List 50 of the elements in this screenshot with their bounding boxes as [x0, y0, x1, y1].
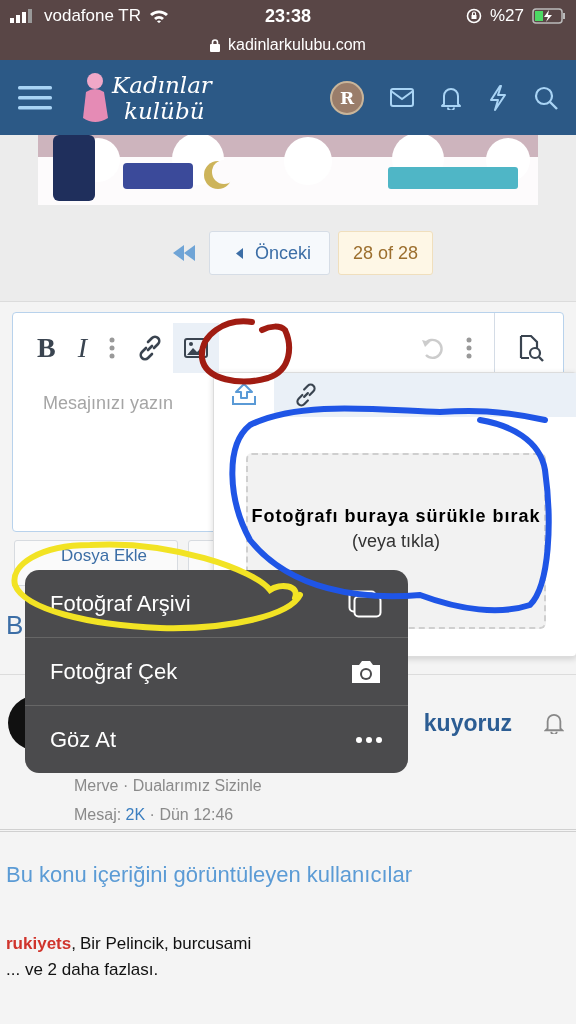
clock-time: 23:38: [264, 5, 311, 27]
section-heading: Bu konu içeriğini görüntüleyen kullanıcılar: [6, 862, 413, 888]
photos-icon: [348, 589, 382, 618]
page-indicator: 28 of 28: [338, 231, 434, 275]
more-users-text: ... ve 2 daha fazlası.: [6, 960, 160, 980]
message-count-link[interactable]: 2K: [125, 806, 146, 823]
more-icon[interactable]: [466, 337, 472, 359]
message-field[interactable]: Mesajınızı yazın: [43, 393, 218, 414]
user-link[interactable]: rukiyets: [6, 934, 72, 953]
wifi-icon: [149, 9, 170, 23]
menu-icon[interactable]: [18, 83, 52, 112]
bell-icon[interactable]: [440, 85, 462, 110]
rotation-lock-icon: [465, 8, 482, 24]
lock-icon: [210, 38, 221, 52]
drop-hint: (veya tıkla): [352, 530, 440, 552]
thread-heading: B: [5, 609, 24, 642]
link-icon: [294, 383, 318, 407]
address-bar[interactable]: kadinlarkulubu.com: [0, 32, 576, 58]
battery-charging-icon: [532, 8, 566, 24]
italic-button[interactable]: I: [77, 332, 87, 364]
user-link[interactable]: Bir Pelincik: [79, 934, 165, 953]
bell-icon[interactable]: [544, 712, 564, 734]
preview-icon[interactable]: [517, 334, 545, 362]
previous-button[interactable]: Önceki: [208, 231, 330, 275]
thread-title[interactable]: kuyoruz: [423, 709, 512, 737]
last-post-time: · Dün 12:46: [149, 806, 234, 823]
link-icon[interactable]: [137, 335, 163, 361]
count-label: Mesaj:: [74, 806, 122, 823]
ellipsis-icon: [356, 736, 382, 743]
menu-item[interactable]: Fotoğraf Çek: [25, 637, 408, 705]
url-text: kadinlarkulubu.com: [228, 36, 366, 54]
battery-percent: %27: [489, 6, 524, 26]
menu-item[interactable]: Göz At: [25, 705, 408, 773]
drop-instruction: Fotoğrafı buraya sürükle bırak: [250, 504, 542, 528]
lightning-icon[interactable]: [488, 84, 508, 111]
post-meta: Merve · Dualarımız Sizinle: [73, 776, 263, 796]
user-avatar[interactable]: R: [330, 80, 364, 115]
image-icon: [184, 338, 208, 358]
more-icon[interactable]: [109, 337, 115, 359]
search-icon[interactable]: [534, 85, 558, 110]
carrier-name: vodafone TR: [44, 6, 142, 26]
comma: ,: [164, 934, 169, 953]
mail-icon[interactable]: [390, 88, 414, 107]
upload-icon: [231, 382, 257, 406]
user-link[interactable]: burcusami: [172, 934, 252, 953]
bold-button[interactable]: B: [37, 332, 56, 364]
camera-icon: [350, 658, 382, 685]
caret-icon: [235, 247, 243, 259]
site-logo[interactable]: Kadınlar kulübü: [112, 71, 212, 124]
comma: ,: [71, 934, 76, 953]
